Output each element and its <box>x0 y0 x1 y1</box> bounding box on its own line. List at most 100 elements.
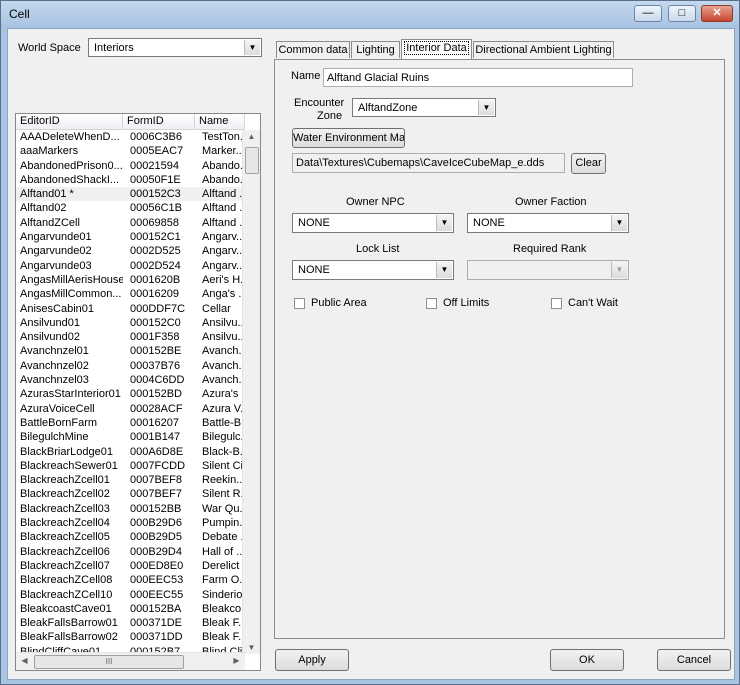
lock-list-value: NONE <box>298 264 330 276</box>
chevron-down-icon: ▼ <box>436 215 452 231</box>
list-item[interactable]: BleakFallsBarrow01 000371DE Bleak F... <box>16 616 245 630</box>
formid-cell: 000371DE <box>130 617 182 630</box>
name-field[interactable]: Alftand Glacial Ruins <box>323 68 633 87</box>
cell-list[interactable]: EditorID FormID Name AAADeleteWhenD... 00… <box>15 113 261 671</box>
horizontal-scroll-thumb[interactable]: III <box>34 655 184 669</box>
list-item[interactable]: AnisesCabin01 000DDF7C Cellar <box>16 302 245 316</box>
tab-interior-data[interactable]: Interior Data <box>401 39 472 59</box>
editorid-cell: BlackreachZCell10 <box>20 588 113 601</box>
interior-data-panel: Name Alftand Glacial Ruins Encounter Zon… <box>274 59 725 639</box>
apply-button[interactable]: Apply <box>275 649 349 671</box>
list-item[interactable]: AzuraVoiceCell 00028ACF Azura V... <box>16 402 245 416</box>
formid-cell: 000B29D5 <box>130 531 182 544</box>
list-item[interactable]: aaaMarkers 0005EAC7 Marker... <box>16 144 245 158</box>
name-cell: Bleak F... <box>202 617 244 630</box>
list-item[interactable]: BlackBriarLodge01 000A6D8E Black-B... <box>16 445 245 459</box>
tab-directional-ambient-lighting[interactable]: Directional Ambient Lighting <box>473 41 614 58</box>
column-header-formid[interactable]: FormID <box>123 114 195 130</box>
editorid-cell: Alftand01 * <box>20 188 74 201</box>
editorid-cell: AzuraVoiceCell <box>20 402 95 415</box>
list-item[interactable]: AbandonedPrison0... 00021594 Abando... <box>16 159 245 173</box>
close-button[interactable]: ✕ <box>701 5 733 22</box>
list-item[interactable]: BlackreachZcell05 000B29D5 Debate ... <box>16 530 245 544</box>
maximize-button[interactable]: □ <box>668 5 696 22</box>
name-cell: Silent R... <box>202 488 244 501</box>
list-item[interactable]: AlftandZCell 00069858 Alftand ... <box>16 216 245 230</box>
list-item[interactable]: AzurasStarInterior01 000152BD Azura's ... <box>16 387 245 401</box>
list-item[interactable]: BleakFallsBarrow02 000371DD Bleak F... <box>16 630 245 644</box>
list-item[interactable]: BlackreachZcell07 000ED8E0 Derelict ... <box>16 559 245 573</box>
owner-npc-value: NONE <box>298 217 330 229</box>
list-item[interactable]: Angarvunde03 0002D524 Angarv... <box>16 259 245 273</box>
lock-list-dropdown[interactable]: NONE ▼ <box>292 260 454 280</box>
formid-cell: 0007BEF7 <box>130 488 182 501</box>
scroll-up-icon[interactable]: ▲ <box>243 132 260 141</box>
cancel-button[interactable]: Cancel <box>657 649 731 671</box>
list-item[interactable]: AAADeleteWhenD... 0006C3B6 TestTon... <box>16 130 245 144</box>
list-item[interactable]: AngasMillAerisHouse 0001620B Aeri's H... <box>16 273 245 287</box>
formid-cell: 00037B76 <box>130 359 181 372</box>
encounter-zone-value: AlftandZone <box>358 102 418 114</box>
list-item[interactable]: Alftand01 * 000152C3 Alftand ... <box>16 187 245 202</box>
list-item[interactable]: BilegulchMine 0001B147 Bilegulc... <box>16 430 245 444</box>
horizontal-scrollbar[interactable]: ◀ III ▶ <box>16 652 245 670</box>
list-item[interactable]: Avanchnzel01 000152BE Avanch... <box>16 344 245 358</box>
owner-faction-dropdown[interactable]: NONE ▼ <box>467 213 629 233</box>
vertical-scrollbar[interactable]: ▲ ▼ <box>242 130 260 654</box>
list-item[interactable]: BleakcoastCave01 000152BA Bleakco... <box>16 602 245 616</box>
column-header-editorid[interactable]: EditorID <box>16 114 123 130</box>
water-environment-map-button[interactable]: Water Environment Ma <box>292 128 405 148</box>
column-header-name[interactable]: Name <box>195 114 245 130</box>
formid-cell: 000ED8E0 <box>130 559 184 572</box>
cant-wait-checkbox[interactable] <box>551 298 562 309</box>
clear-button[interactable]: Clear <box>571 153 606 174</box>
list-item[interactable]: Ansilvund02 0001F358 Ansilvu... <box>16 330 245 344</box>
list-item[interactable]: BlackreachZcell06 000B29D4 Hall of ... <box>16 545 245 559</box>
encounter-zone-dropdown[interactable]: AlftandZone ▼ <box>352 98 496 117</box>
minimize-button[interactable]: — <box>634 5 662 22</box>
list-item[interactable]: BlackreachZcell03 000152BB War Qu... <box>16 502 245 516</box>
list-item[interactable]: BlackreachZcell04 000B29D6 Pumpin... <box>16 516 245 530</box>
scroll-left-icon[interactable]: ◀ <box>16 656 33 665</box>
editorid-cell: BlackreachSewer01 <box>20 459 118 472</box>
name-cell: Abando... <box>202 173 244 186</box>
list-item[interactable]: BlackreachZCell08 000EEC53 Farm O... <box>16 573 245 587</box>
list-item[interactable]: BattleBornFarm 00016207 Battle-B... <box>16 416 245 430</box>
world-space-dropdown[interactable]: Interiors ▼ <box>88 38 262 57</box>
owner-npc-dropdown[interactable]: NONE ▼ <box>292 213 454 233</box>
editorid-cell: AbandonedPrison0... <box>20 159 123 172</box>
name-cell: Hall of ... <box>202 545 244 558</box>
scroll-right-icon[interactable]: ▶ <box>228 656 245 665</box>
ok-button[interactable]: OK <box>550 649 624 671</box>
list-item[interactable]: Alftand02 00056C1B Alftand ... <box>16 201 245 215</box>
list-item[interactable]: Avanchnzel03 0004C6DD Avanch... <box>16 373 245 387</box>
list-item[interactable]: BlackreachZcell01 0007BEF8 Reekin... <box>16 473 245 487</box>
title-bar[interactable]: Cell — □ ✕ <box>1 1 739 27</box>
list-item[interactable]: Angarvunde02 0002D525 Angarv... <box>16 244 245 258</box>
list-item[interactable]: BlackreachZcell02 0007BEF7 Silent R... <box>16 487 245 501</box>
tab-common-data[interactable]: Common data <box>276 41 350 58</box>
encounter-zone-label-line2: Zone <box>317 110 343 122</box>
list-item[interactable]: BlackreachZCell10 000EEC55 Sinderio... <box>16 588 245 602</box>
vertical-scroll-thumb[interactable] <box>245 147 259 174</box>
list-item[interactable]: AbandonedShackI... 00050F1E Abando... <box>16 173 245 187</box>
formid-cell: 0005EAC7 <box>130 145 184 158</box>
scroll-down-icon[interactable]: ▼ <box>243 643 260 652</box>
name-cell: Bilegulc... <box>202 431 244 444</box>
list-item[interactable]: Avanchnzel02 00037B76 Avanch... <box>16 359 245 373</box>
off-limits-checkbox[interactable] <box>426 298 437 309</box>
public-area-checkbox[interactable] <box>294 298 305 309</box>
cubemap-path-field[interactable]: Data\Textures\Cubemaps\CaveIceCubeMap_e.… <box>292 153 565 173</box>
name-cell: Azura V... <box>202 402 244 415</box>
tab-lighting[interactable]: Lighting <box>351 41 400 58</box>
editorid-cell: BlackreachZCell08 <box>20 574 113 587</box>
chevron-down-icon: ▼ <box>611 215 627 231</box>
formid-cell: 00021594 <box>130 159 179 172</box>
formid-cell: 00016209 <box>130 288 179 301</box>
list-item[interactable]: BlackreachSewer01 0007FCDD Silent Ci... <box>16 459 245 473</box>
list-item[interactable]: Angarvunde01 000152C1 Angarv... <box>16 230 245 244</box>
editorid-cell: AnisesCabin01 <box>20 302 94 315</box>
editorid-cell: Angarvunde03 <box>20 259 92 272</box>
list-item[interactable]: AngasMillCommon... 00016209 Anga's ... <box>16 287 245 301</box>
list-item[interactable]: Ansilvund01 000152C0 Ansilvu... <box>16 316 245 330</box>
